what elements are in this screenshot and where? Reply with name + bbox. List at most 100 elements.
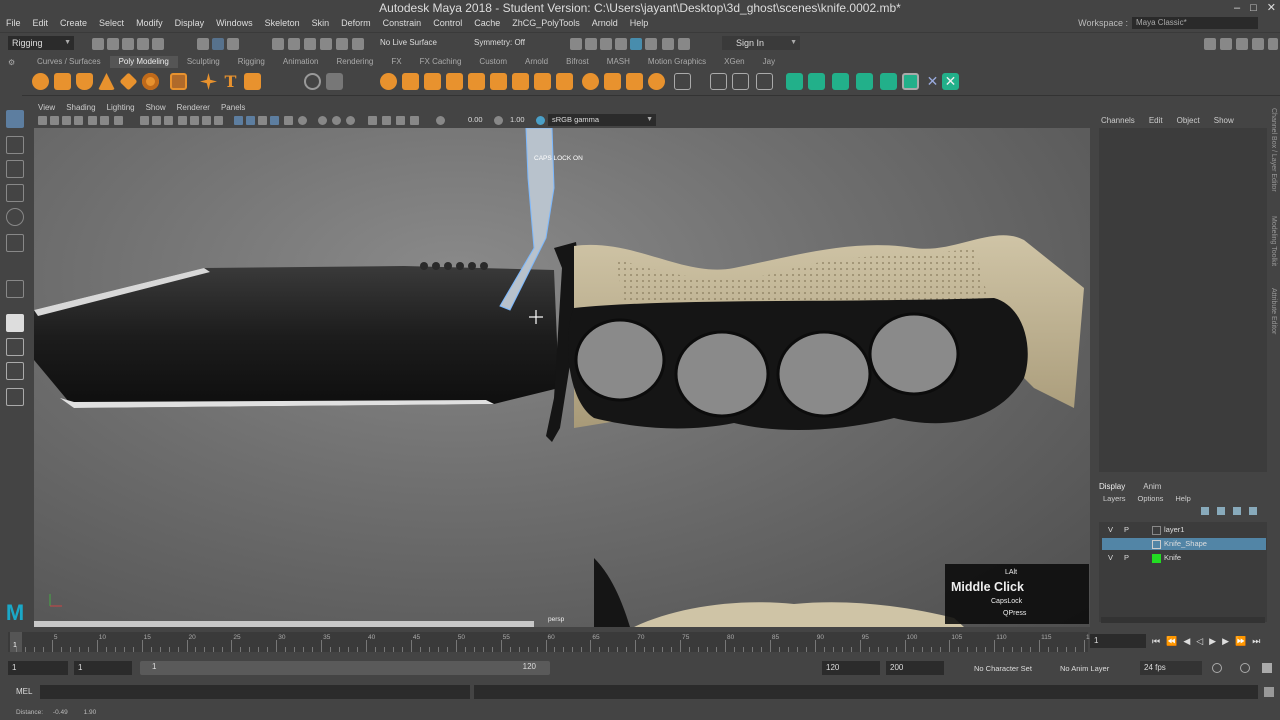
lights-icon[interactable]: [190, 116, 199, 125]
shelf-tab-arnold[interactable]: Arnold: [516, 56, 557, 68]
layer-playback[interactable]: P: [1124, 524, 1129, 536]
menuset-dropdown[interactable]: Rigging ▼: [8, 36, 74, 50]
side-tab-modeling-toolkit[interactable]: Modeling Toolkit: [1270, 216, 1277, 266]
shelf-tab-motion-graphics[interactable]: Motion Graphics: [639, 56, 715, 68]
gate-mask-icon[interactable]: [382, 116, 391, 125]
motion-blur-icon[interactable]: [298, 116, 307, 125]
wireframe-icon[interactable]: [140, 116, 149, 125]
fps-dropdown[interactable]: 24 fps: [1140, 661, 1202, 675]
shelf-tab-fx-caching[interactable]: FX Caching: [411, 56, 471, 68]
snap-grid-icon[interactable]: [272, 38, 284, 50]
menu-edit[interactable]: Edit: [33, 16, 49, 30]
move-layer-down-icon[interactable]: [1217, 507, 1225, 515]
layer-playback[interactable]: P: [1124, 552, 1129, 564]
grid-icon[interactable]: [114, 116, 123, 125]
multicut-icon[interactable]: [582, 73, 599, 90]
layer-menu-layers[interactable]: Layers: [1103, 494, 1126, 503]
menu-cache[interactable]: Cache: [474, 16, 500, 30]
menu-arnold[interactable]: Arnold: [592, 16, 618, 30]
hud-icon[interactable]: [346, 116, 355, 125]
layer-visibility[interactable]: V: [1108, 524, 1113, 536]
workspace-dropdown[interactable]: Maya Classic*: [1132, 17, 1258, 29]
command-input[interactable]: [40, 685, 470, 699]
workspace-selector[interactable]: Workspace : Maya Classic*: [1078, 17, 1258, 29]
anim-prefs-icon[interactable]: [1262, 663, 1272, 673]
menu-help[interactable]: Help: [630, 16, 649, 30]
layout-uv-icon[interactable]: ✕: [924, 73, 941, 90]
shadows-icon[interactable]: [202, 116, 211, 125]
menu-select[interactable]: Select: [99, 16, 124, 30]
layer-row[interactable]: V P layer1: [1102, 524, 1266, 536]
wireframe-on-shaded-icon[interactable]: [164, 116, 173, 125]
xray-components-icon[interactable]: [258, 116, 267, 125]
go-to-start-icon[interactable]: ⏮: [1152, 636, 1160, 647]
range-slider[interactable]: 1 120: [140, 661, 550, 675]
poly-star-icon[interactable]: [200, 73, 217, 90]
insert-edge-loop-icon[interactable]: [674, 73, 691, 90]
attribute-editor-icon[interactable]: [1220, 38, 1232, 50]
script-editor-icon[interactable]: [1264, 687, 1274, 697]
scale-tool-icon[interactable]: [6, 234, 24, 252]
poly-plane-icon[interactable]: [119, 72, 138, 91]
layer-visibility[interactable]: V: [1108, 552, 1113, 564]
layer-row[interactable]: V P Knife: [1102, 552, 1266, 564]
shelf-tab-bifrost[interactable]: Bifrost: [557, 56, 598, 68]
tool-settings-icon[interactable]: [1236, 38, 1248, 50]
boolean-icon[interactable]: [446, 73, 463, 90]
layer-color-swatch[interactable]: [1152, 540, 1161, 549]
current-frame-field[interactable]: 1: [1090, 634, 1146, 648]
slide-edge-icon[interactable]: [732, 73, 749, 90]
auto-map-icon[interactable]: [880, 73, 897, 90]
play-backward-icon[interactable]: ◁: [1196, 636, 1203, 647]
outliner-icon[interactable]: [6, 388, 24, 406]
viewport-menu-lighting[interactable]: Lighting: [107, 102, 135, 114]
shelf-tab-custom[interactable]: Custom: [470, 56, 516, 68]
time-slider[interactable]: 1 5 10 15 20 25 30 35 40 45 50 55 60 65 70 75 80 85 90 95 1…: [0, 630, 1280, 654]
start-time-field[interactable]: 1: [8, 661, 68, 675]
shelf-tab-rigging[interactable]: Rigging: [229, 56, 274, 68]
quad-draw-icon[interactable]: [648, 73, 665, 90]
snap-surface-icon[interactable]: [336, 38, 348, 50]
poly-type-icon[interactable]: T: [222, 73, 239, 90]
step-forward-key-icon[interactable]: ⏩: [1235, 636, 1246, 647]
channel-box-menu-object[interactable]: Object: [1177, 116, 1200, 125]
bookmarks-icon[interactable]: [62, 116, 71, 125]
time-slider-track[interactable]: 1 5 10 15 20 25 30 35 40 45 50 55 60 65 70 75 80 85 90 95 1…: [8, 632, 1097, 652]
menu-windows[interactable]: Windows: [216, 16, 253, 30]
separate-icon[interactable]: [402, 73, 419, 90]
connect-icon[interactable]: [626, 73, 643, 90]
move-tool-icon[interactable]: [6, 184, 24, 202]
layer-color-swatch[interactable]: [1152, 526, 1161, 535]
select-hierarchy-icon[interactable]: [197, 38, 209, 50]
viewport-menu-show[interactable]: Show: [146, 102, 166, 114]
four-view-icon[interactable]: [6, 338, 24, 356]
crease-icon[interactable]: [756, 73, 773, 90]
layer-menu-help[interactable]: Help: [1175, 494, 1190, 503]
show-manipulator-icon[interactable]: [6, 280, 24, 298]
combine-icon[interactable]: [380, 73, 397, 90]
snap-point-icon[interactable]: [304, 38, 316, 50]
loop-icon[interactable]: [1212, 663, 1222, 673]
mirror-icon[interactable]: [490, 73, 507, 90]
menu-control[interactable]: Control: [433, 16, 462, 30]
layer-menu-options[interactable]: Options: [1138, 494, 1164, 503]
camera-attributes-icon[interactable]: [50, 116, 59, 125]
maximize-button[interactable]: □: [1250, 0, 1257, 16]
planar-map-icon[interactable]: [808, 73, 825, 90]
viewport-menu-shading[interactable]: Shading: [66, 102, 95, 114]
gamma-icon[interactable]: [494, 116, 503, 125]
channel-box-menu-show[interactable]: Show: [1214, 116, 1234, 125]
bevel-icon[interactable]: [468, 73, 485, 90]
antialias-icon[interactable]: [284, 116, 293, 125]
new-layer-icon[interactable]: [1233, 507, 1241, 515]
step-forward-frame-icon[interactable]: ▶: [1222, 636, 1229, 647]
reduce-icon[interactable]: [512, 73, 529, 90]
arnold-render-icon[interactable]: [645, 38, 657, 50]
colorspace-dropdown[interactable]: sRGB gamma ▼: [548, 114, 656, 126]
layer-color-swatch[interactable]: [1152, 554, 1161, 563]
color-management-icon[interactable]: [536, 116, 545, 125]
anim-end-field[interactable]: 120: [822, 661, 880, 675]
shelf-gear-icon[interactable]: ⚙: [8, 58, 16, 67]
poly-cylinder-icon[interactable]: [76, 73, 93, 90]
shelf-tab-xgen[interactable]: XGen: [715, 56, 753, 68]
